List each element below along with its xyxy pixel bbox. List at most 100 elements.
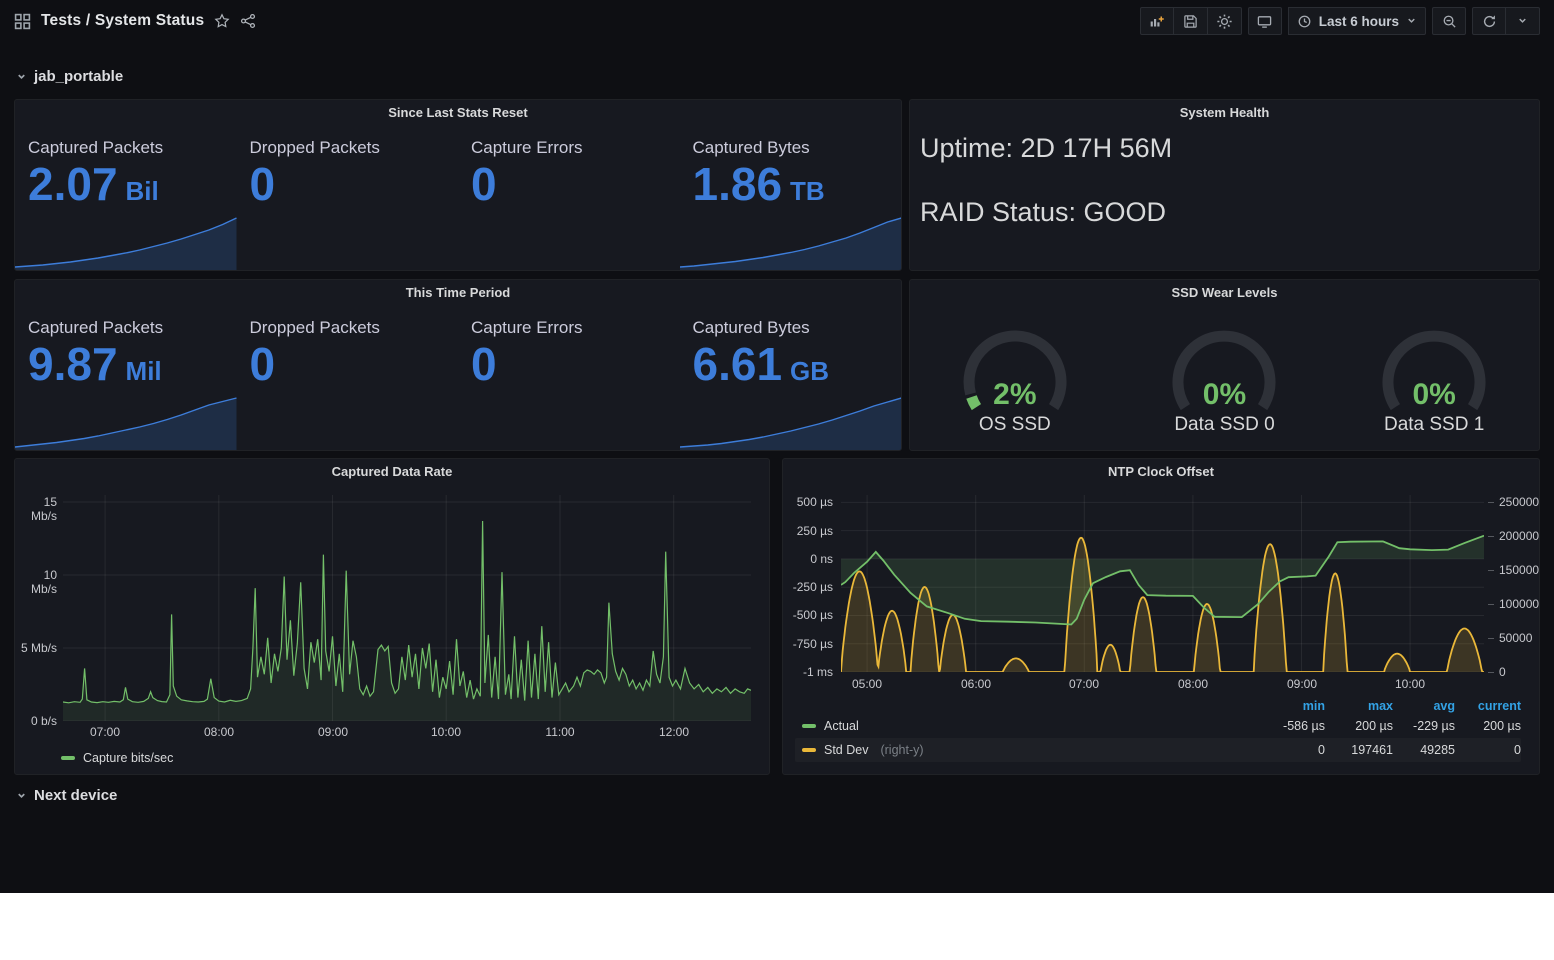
save-icon (1183, 14, 1198, 29)
zoom-out-time-button[interactable] (1432, 7, 1466, 35)
y-axis-right-tick: 0 (1488, 665, 1506, 679)
panel-title[interactable]: Since Last Stats Reset (15, 100, 901, 126)
stat-value: 0 (250, 340, 459, 390)
clock-icon (1297, 14, 1312, 29)
x-axis-tick: 07:00 (83, 725, 127, 739)
legend-header-current[interactable]: current (1455, 699, 1521, 713)
navbar: Tests / System Status (0, 0, 1554, 42)
x-axis-tick: 05:00 (845, 677, 889, 691)
panel-title[interactable]: Captured Data Rate (15, 459, 769, 485)
stat-sparkline (15, 214, 237, 270)
y-axis-right-tick: 50000 (1488, 631, 1532, 645)
y-axis-right-tick: 250000 (1488, 495, 1539, 509)
gauge-label: Data SSD 1 (1329, 414, 1539, 436)
row-title: Next device (34, 787, 117, 804)
stat-label: Capture Errors (471, 138, 680, 158)
x-axis-tick: 08:00 (1171, 677, 1215, 691)
gauge-data-ssd-0: 0%Data SSD 0 (1120, 306, 1330, 450)
row-header-next-device[interactable]: Next device (16, 787, 117, 804)
stat-value: 0 (471, 160, 680, 210)
x-axis-tick: 10:00 (424, 725, 468, 739)
legend-item-std-dev[interactable]: Std Dev(right-y) (795, 743, 1245, 757)
panel-ntp-clock-offset: NTP Clock Offset minmaxavgcurrentActual-… (782, 458, 1540, 775)
panel-title[interactable]: SSD Wear Levels (910, 280, 1539, 306)
y-axis-left-tick: -1 ms (783, 665, 833, 679)
gauge-row: 2%OS SSD0%Data SSD 00%Data SSD 1 (910, 306, 1539, 450)
row-header-jab-portable[interactable]: jab_portable (16, 68, 123, 85)
x-axis-tick: 07:00 (1062, 677, 1106, 691)
legend-table: minmaxavgcurrentActual-586 µs200 µs-229 … (795, 697, 1521, 762)
x-axis-tick: 06:00 (954, 677, 998, 691)
gauge-label: OS SSD (910, 414, 1120, 436)
refresh-icon (1482, 14, 1497, 29)
x-axis-tick: 12:00 (652, 725, 696, 739)
stat-label: Captured Bytes (693, 138, 902, 158)
stat-label: Dropped Packets (250, 318, 459, 338)
y-axis-left-tick: 0 ns (783, 552, 833, 566)
uptime-text: Uptime: 2D 17H 56M (920, 133, 1172, 164)
add-panel-button[interactable] (1140, 7, 1174, 35)
legend-value: -586 µs (1245, 719, 1325, 733)
star-icon[interactable] (214, 13, 230, 29)
share-icon[interactable] (240, 13, 256, 29)
gauge-value: 0% (1329, 378, 1539, 412)
legend-header-max[interactable]: max (1325, 699, 1393, 713)
gauge-value: 0% (1120, 378, 1330, 412)
legend-row-std-dev: Std Dev(right-y)0197461492850 (795, 738, 1521, 762)
legend-item-capture-bits[interactable]: Capture bits/sec (61, 751, 173, 765)
gauge-value: 2% (910, 378, 1120, 412)
stat-dropped-packets: Dropped Packets0 (237, 126, 459, 270)
y-axis-tick: 0 b/s (15, 714, 57, 728)
stat-captured-bytes: Captured Bytes1.86TB (680, 126, 902, 270)
save-dashboard-button[interactable] (1174, 7, 1208, 35)
ntp-clock-offset-plot (841, 495, 1484, 672)
captured-data-rate-plot (63, 495, 751, 721)
legend-swatch (802, 748, 816, 752)
stat-capture-errors: Capture Errors0 (458, 126, 680, 270)
panel-title[interactable]: NTP Clock Offset (783, 459, 1539, 485)
stat-value: 9.87Mil (28, 340, 237, 390)
y-axis-left-tick: 250 µs (783, 524, 833, 538)
y-axis-tick: 10 Mb/s (15, 568, 57, 596)
stat-label: Captured Bytes (693, 318, 902, 338)
legend-value: 0 (1455, 743, 1521, 757)
x-axis-tick: 09:00 (1280, 677, 1324, 691)
tv-icon (1257, 14, 1272, 29)
zoom-out-icon (1442, 14, 1457, 29)
legend-header-row: minmaxavgcurrent (795, 697, 1521, 714)
cycle-view-mode-button[interactable] (1248, 7, 1282, 35)
stat-grid: Captured Packets2.07BilDropped Packets0C… (15, 126, 901, 270)
legend-header-min[interactable]: min (1245, 699, 1325, 713)
stat-captured-packets: Captured Packets9.87Mil (15, 306, 237, 450)
stat-captured-bytes: Captured Bytes6.61GB (680, 306, 902, 450)
stat-value: 0 (250, 160, 459, 210)
dashboard-title[interactable]: Tests / System Status (41, 12, 204, 30)
gauge-os-ssd: 2%OS SSD (910, 306, 1120, 450)
legend-label: Capture bits/sec (83, 751, 173, 765)
y-axis-left-tick: -250 µs (783, 580, 833, 594)
y-axis-right-tick: 150000 (1488, 563, 1539, 577)
refresh-button[interactable] (1472, 7, 1506, 35)
x-axis-tick: 08:00 (197, 725, 241, 739)
refresh-interval-dropdown[interactable] (1506, 7, 1540, 35)
y-axis-left-tick: 500 µs (783, 495, 833, 509)
gauge-data-ssd-1: 0%Data SSD 1 (1329, 306, 1539, 450)
panel-title[interactable]: System Health (910, 100, 1539, 126)
raid-status-text: RAID Status: GOOD (920, 197, 1166, 228)
legend-value: 49285 (1393, 743, 1455, 757)
panel-since-last-stats-reset: Since Last Stats Reset Captured Packets2… (14, 99, 902, 271)
legend-swatch (802, 724, 816, 728)
time-range-picker[interactable]: Last 6 hours (1288, 7, 1426, 35)
y-axis-tick: 15 Mb/s (15, 495, 57, 523)
stat-captured-packets: Captured Packets2.07Bil (15, 126, 237, 270)
dashboard-settings-button[interactable] (1208, 7, 1242, 35)
panel-title[interactable]: This Time Period (15, 280, 901, 306)
dashboard-grid-icon[interactable] (14, 13, 31, 30)
panel-captured-data-rate: Captured Data Rate Capture bits/sec 15 M… (14, 458, 770, 775)
stat-sparkline (15, 394, 237, 450)
stat-sparkline (680, 394, 902, 450)
chevron-down-icon (1406, 14, 1417, 29)
panel-system-health: System Health Uptime: 2D 17H 56M RAID St… (909, 99, 1540, 271)
legend-header-avg[interactable]: avg (1393, 699, 1455, 713)
legend-item-actual[interactable]: Actual (795, 719, 1245, 733)
